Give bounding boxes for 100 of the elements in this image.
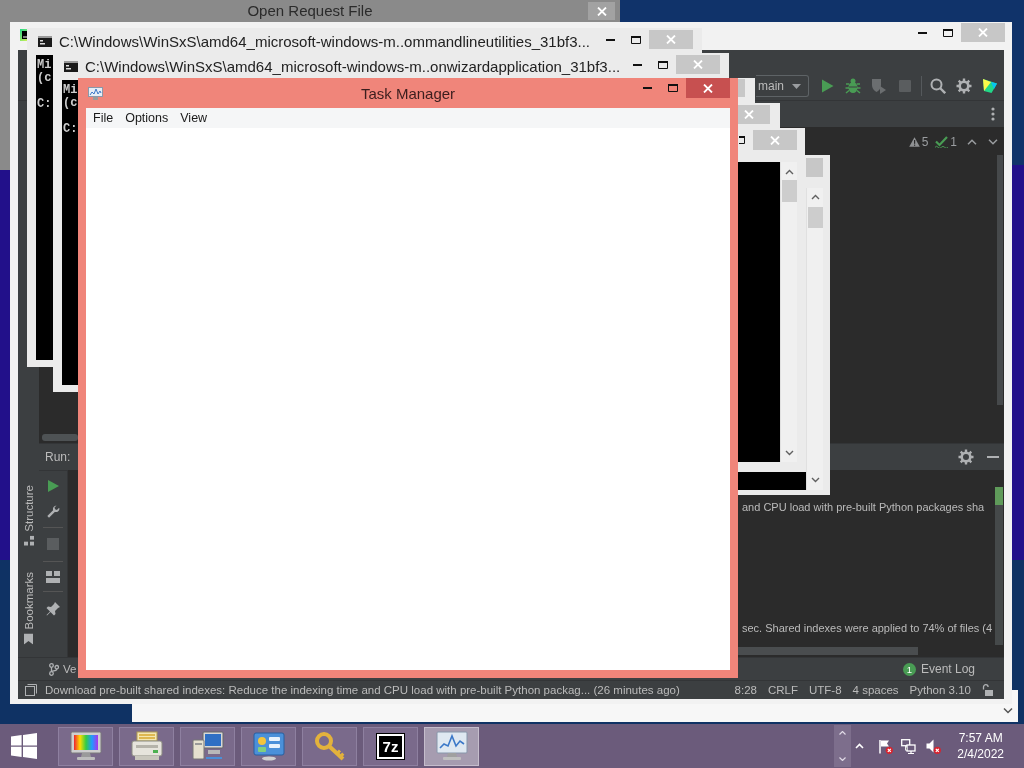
- search-icon[interactable]: [930, 78, 946, 94]
- window-title: Task Manager: [360, 84, 456, 102]
- maximize-icon: [631, 35, 641, 44]
- status-widget[interactable]: 4 spaces: [852, 684, 899, 696]
- scrollbar[interactable]: [738, 647, 918, 655]
- menu-item[interactable]: View: [174, 108, 214, 128]
- volume-muted-icon[interactable]: [926, 738, 942, 754]
- console-line: sec. Shared indexes were applied to 74% of files (4: [742, 621, 993, 635]
- close-icon: [978, 28, 988, 37]
- close-button[interactable]: [686, 78, 730, 98]
- app-logo: 7z: [376, 733, 405, 759]
- logo-icon[interactable]: [982, 78, 998, 94]
- monitor-icon: [69, 731, 102, 761]
- settings-icon[interactable]: [958, 449, 974, 465]
- taskbar-button[interactable]: 7z: [363, 726, 418, 766]
- scrollbar[interactable]: [42, 434, 78, 441]
- caret-icon: [792, 83, 801, 89]
- chevron-down-icon[interactable]: [810, 477, 820, 483]
- minimize-icon: [605, 38, 615, 41]
- check-icon[interactable]: [935, 135, 949, 148]
- console-line: C:: [63, 123, 78, 136]
- window-title: C:\Windows\WinSxS\amd64_microsoft-windows-m..onwizardapplication_31bf3...: [85, 58, 622, 75]
- close-icon: [770, 135, 780, 145]
- tool-window-tab[interactable]: Ve: [49, 662, 77, 676]
- chevron-down-icon[interactable]: [988, 138, 998, 145]
- console-icon: [38, 36, 52, 47]
- taskbar-button[interactable]: [180, 726, 235, 766]
- scroll-thumb[interactable]: [995, 487, 1003, 505]
- lock-icon[interactable]: [982, 684, 993, 696]
- more-icon[interactable]: [991, 107, 995, 121]
- wrench-icon[interactable]: [46, 505, 60, 519]
- chevron-down-icon[interactable]: [1003, 707, 1013, 714]
- console-line: Mi: [37, 59, 52, 72]
- close-icon: [596, 6, 607, 16]
- window-title: Open Request File: [247, 1, 373, 20]
- scrollbar[interactable]: [780, 162, 797, 462]
- taskbar-scroller[interactable]: [834, 725, 852, 767]
- minimize-icon: [632, 63, 642, 66]
- close-icon: [703, 83, 713, 93]
- chevron-up-icon[interactable]: [967, 138, 977, 145]
- play-icon[interactable]: [46, 479, 60, 493]
- scrollbar[interactable]: [995, 487, 1003, 645]
- tool-window-tab[interactable]: Bookmarks: [22, 572, 35, 645]
- close-icon: [693, 60, 703, 69]
- bug-icon[interactable]: [845, 78, 861, 94]
- flag-icon[interactable]: [878, 738, 894, 754]
- status-widget[interactable]: CRLF: [767, 684, 798, 696]
- computer-icon: [191, 731, 224, 761]
- panel-title: Run:: [45, 450, 71, 464]
- maximize-icon: [668, 84, 678, 92]
- tool-window-tab[interactable]: 1 Event Log: [902, 662, 975, 676]
- scroll-thumb[interactable]: [807, 207, 823, 228]
- notification-badge: 1: [902, 662, 916, 676]
- chevron-up-icon[interactable]: [784, 169, 794, 175]
- warning-count: 5: [921, 134, 929, 149]
- typo-count: 1: [950, 134, 957, 149]
- taskbar-button[interactable]: [302, 726, 357, 766]
- key-icon: [313, 731, 346, 761]
- console-icon: [64, 61, 78, 72]
- chart-monitor-icon: [435, 731, 468, 761]
- status-widget[interactable]: UTF-8: [809, 684, 842, 696]
- scroll-thumb[interactable]: [781, 180, 797, 202]
- console-line: (c: [37, 72, 52, 85]
- settings-icon[interactable]: [956, 78, 972, 94]
- status-widget[interactable]: 8:28: [734, 684, 757, 696]
- bookmark-icon: [24, 634, 33, 645]
- minimize-icon: [642, 87, 652, 89]
- network-icon[interactable]: [901, 738, 917, 754]
- chevron-up-icon[interactable]: [810, 194, 820, 200]
- pin-icon[interactable]: [46, 602, 60, 616]
- window-title: C:\Windows\WinSxS\amd64_microsoft-windows-m..ommandlineutilities_31bf3...: [59, 33, 592, 50]
- status-widget[interactable]: Python 3.10: [909, 684, 971, 696]
- menu-item[interactable]: File: [87, 108, 120, 128]
- tool-window-tab[interactable]: Structure: [22, 484, 35, 546]
- taskbar-button[interactable]: [119, 726, 174, 766]
- console-line: C:: [37, 98, 52, 111]
- chevron-down-icon[interactable]: [784, 450, 794, 456]
- close-button[interactable]: [588, 2, 615, 20]
- taskbar-button[interactable]: [424, 726, 479, 766]
- squares-icon[interactable]: [25, 684, 37, 696]
- maximize-icon: [943, 28, 953, 37]
- start-button[interactable]: [11, 733, 37, 759]
- scrollbar[interactable]: [997, 155, 1003, 405]
- taskbar-button[interactable]: [58, 726, 113, 766]
- maximize-icon: [739, 136, 745, 144]
- taskbar-button[interactable]: [241, 726, 296, 766]
- clock-button[interactable]: 7:57 AM 2/4/2022: [957, 730, 1004, 762]
- menu-item[interactable]: Options: [119, 108, 175, 128]
- minimize-icon: [917, 31, 927, 34]
- dashboard-icon: [252, 731, 285, 761]
- status-message[interactable]: Download pre-built shared indexes: Reduce the indexing time and CPU load with pre-built Python packag... (26 minutes ago): [45, 684, 680, 696]
- scrollbar[interactable]: [806, 188, 823, 490]
- branch-icon: [49, 662, 59, 676]
- warning-icon[interactable]: [908, 136, 920, 147]
- console-line: Mi: [63, 84, 78, 97]
- close-icon: [744, 110, 754, 119]
- start-icon: [11, 733, 37, 759]
- layout-icon[interactable]: [46, 571, 60, 583]
- chart-monitor-icon: [88, 86, 103, 100]
- play-icon[interactable]: [819, 78, 835, 94]
